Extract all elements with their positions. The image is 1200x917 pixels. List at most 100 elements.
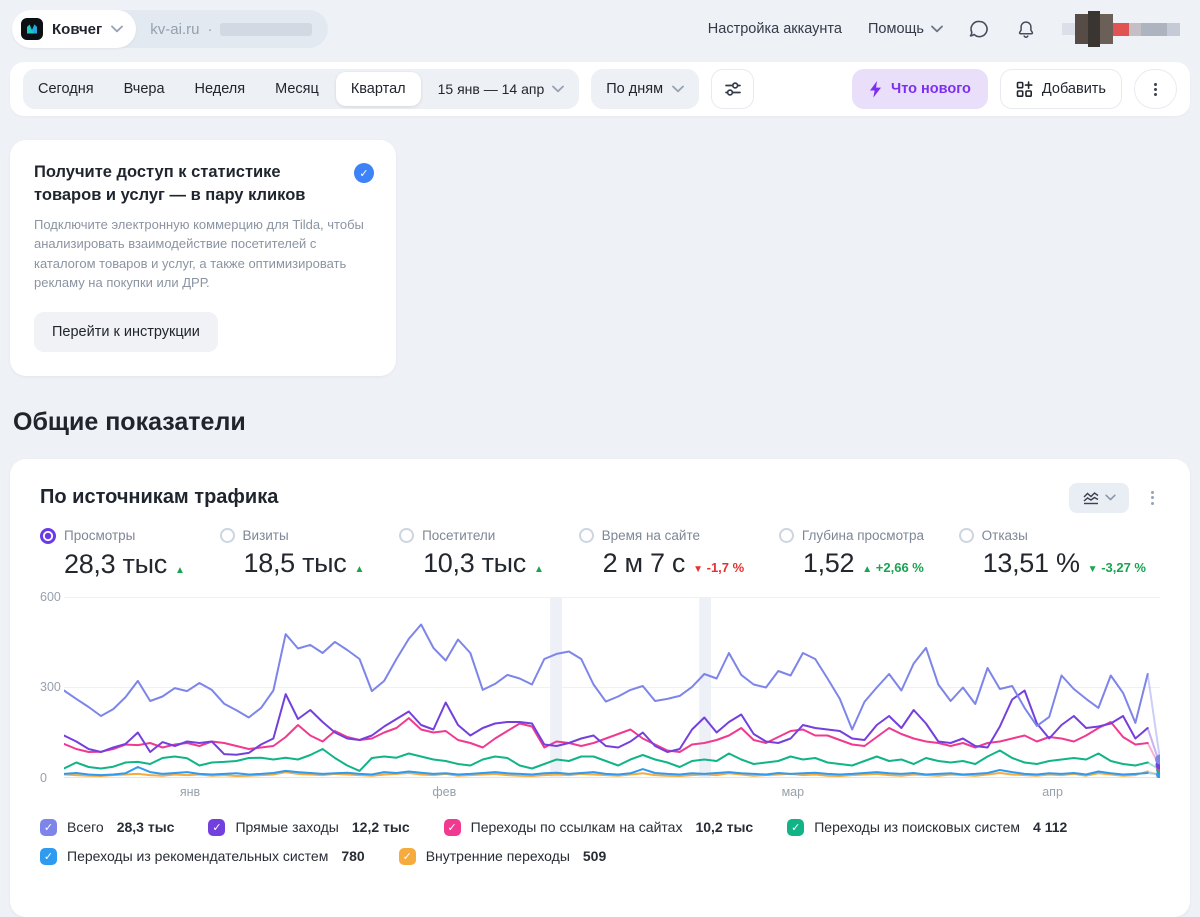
traffic-sources-card: По источникам трафика Просмотры 28,3 тыс ▲… (10, 458, 1190, 917)
chat-icon[interactable] (969, 19, 990, 40)
legend-value: 10,2 тыс (695, 819, 754, 836)
legend-checkbox[interactable]: ✓ (40, 847, 57, 865)
x-axis-label-апр: апр (1042, 784, 1063, 799)
traffic-chart[interactable]: 0 300 600 (40, 590, 1160, 785)
period-segmented-control: Сегодня Вчера Неделя Месяц Квартал 15 янв — … (23, 69, 580, 109)
metric-tab-depth[interactable]: Глубина просмотра 1,52 ▲ +2,66 % (778, 527, 924, 580)
counter-switcher[interactable]: Ковчег kv-ai.ru · (12, 10, 329, 48)
chart-type-selector[interactable] (1069, 482, 1129, 513)
legend-value: 12,2 тыс (351, 819, 410, 836)
whats-new-label: Что нового (891, 81, 971, 97)
legend-value: 28,3 тыс (116, 819, 175, 836)
metric-delta: ▲ (354, 563, 365, 575)
help-menu[interactable]: Помощь (868, 21, 943, 37)
legend-checkbox[interactable]: ✓ (398, 847, 416, 865)
counter-domain-text: kv-ai.ru (150, 20, 200, 38)
legend-label: Переходы из рекомендательных систем (67, 848, 329, 865)
legend-checkbox[interactable]: ✓ (787, 818, 805, 836)
x-axis-label-фев: фев (432, 784, 457, 799)
metric-label: Просмотры (64, 528, 136, 544)
counter-domain[interactable]: kv-ai.ru · (136, 21, 328, 38)
chart-title: По источникам трафика (40, 486, 279, 509)
legend-label: Внутренние переходы (425, 848, 570, 865)
x-axis-labels: янв фев мар апр (64, 778, 1160, 802)
x-axis-label-янв: янв (179, 784, 201, 799)
chevron-down-icon (552, 85, 565, 93)
legend-label: Всего (67, 819, 104, 836)
y-axis-label: 300 (40, 680, 61, 695)
legend-value: 780 (341, 848, 365, 865)
period-tab-Сегодня[interactable]: Сегодня (23, 69, 109, 109)
metric-tab-visits[interactable]: Визиты 18,5 тыс ▲ (219, 527, 365, 580)
line-chart-icon (1083, 491, 1098, 504)
user-avatar[interactable] (1062, 11, 1180, 47)
chart-plot-area: 0 300 600 янв фев мар апр (40, 590, 1160, 802)
whats-new-button[interactable]: Что нового (852, 69, 988, 109)
period-tab-Вчера[interactable]: Вчера (109, 69, 180, 109)
x-axis-label-мар: мар (781, 784, 805, 799)
period-tab-Неделя[interactable]: Неделя (180, 69, 261, 109)
chevron-down-icon (1104, 494, 1116, 501)
grid-plus-icon (1016, 80, 1033, 97)
legend-checkbox[interactable]: ✓ (208, 818, 226, 836)
legend-item[interactable]: ✓ Переходы из поисковых систем 4 112 (787, 818, 1068, 836)
account-settings-link[interactable]: Настройка аккаунта (708, 21, 842, 37)
go-to-instruction-button[interactable]: Перейти к инструкции (34, 311, 218, 352)
metric-label: Посетители (422, 527, 496, 543)
metric-radio[interactable] (958, 527, 974, 543)
check-circle-icon: ✓ (354, 163, 374, 183)
promo-title: Получите доступ к статистике товаров и у… (34, 163, 306, 204)
metric-tab-visitors[interactable]: Посетители 10,3 тыс ▲ (399, 527, 544, 580)
metric-delta: ▼ -3,27 % (1087, 559, 1146, 575)
legend-item[interactable]: ✓ Переходы по ссылкам на сайтах 10,2 тыс (443, 818, 754, 836)
metric-label: Визиты (242, 527, 289, 543)
metric-tab-views[interactable]: Просмотры 28,3 тыс ▲ (40, 527, 185, 580)
grouping-label: По дням (606, 81, 664, 97)
metric-radio[interactable] (219, 527, 235, 543)
separator-dot: · (207, 20, 213, 38)
legend-item[interactable]: ✓ Внутренние переходы 509 (398, 847, 607, 865)
top-header: Ковчег kv-ai.ru · Настройка аккаунта Пом… (0, 0, 1200, 58)
metric-radio[interactable] (778, 527, 794, 543)
metric-value: 18,5 тыс (243, 547, 347, 578)
chevron-down-icon (111, 25, 124, 33)
legend-item[interactable]: ✓ Прямые заходы 12,2 тыс (208, 818, 410, 836)
metric-tab-bounce[interactable]: Отказы 13,51 % ▼ -3,27 % (958, 527, 1146, 580)
counter-pill[interactable]: Ковчег (12, 10, 137, 48)
legend-checkbox[interactable]: ✓ (443, 818, 461, 836)
blurred-counter-label (220, 22, 313, 36)
notifications-bell-icon[interactable] (1016, 19, 1036, 40)
metric-tab-time[interactable]: Время на сайте 2 м 7 с ▼ -1,7 % (578, 527, 744, 580)
legend-value: 4 112 (1033, 819, 1068, 836)
segments-filter-button[interactable] (711, 69, 755, 109)
legend-label: Прямые заходы (235, 819, 339, 836)
more-actions-button[interactable] (1134, 69, 1177, 109)
date-range-label: 15 янв — 14 апр (437, 81, 545, 97)
legend-item[interactable]: ✓ Переходы из рекомендательных систем 780 (40, 847, 365, 865)
period-tab-Квартал[interactable]: Квартал (335, 72, 421, 106)
section-title: Общие показатели (13, 407, 246, 436)
grouping-selector[interactable]: По дням (591, 69, 700, 109)
chart-more-button[interactable] (1145, 484, 1160, 511)
help-label: Помощь (867, 21, 924, 37)
metric-label: Время на сайте (601, 527, 701, 543)
legend-value: 509 (582, 848, 607, 865)
add-button[interactable]: Добавить (999, 69, 1122, 109)
metric-radio[interactable] (578, 527, 594, 543)
legend-checkbox[interactable]: ✓ (40, 818, 57, 836)
metrica-logo-icon (21, 18, 43, 40)
metric-value: 10,3 тыс (423, 547, 526, 578)
legend-item[interactable]: ✓ Всего 28,3 тыс (40, 818, 175, 836)
metric-delta: ▲ +2,66 % (862, 559, 924, 575)
y-axis-label: 600 (40, 589, 61, 604)
kebab-icon (1154, 81, 1157, 98)
metric-radio[interactable] (40, 527, 56, 544)
legend-label: Переходы из поисковых систем (814, 819, 1021, 836)
period-tab-Месяц[interactable]: Месяц (260, 69, 334, 109)
date-range-selector[interactable]: 15 янв — 14 апр (423, 81, 580, 97)
add-label: Добавить (1041, 81, 1106, 97)
lightning-bolt-icon (870, 80, 882, 98)
metric-radio[interactable] (399, 527, 415, 543)
promo-card: Получите доступ к статистике товаров и у… (10, 140, 396, 376)
metric-delta: ▲ (534, 563, 544, 575)
